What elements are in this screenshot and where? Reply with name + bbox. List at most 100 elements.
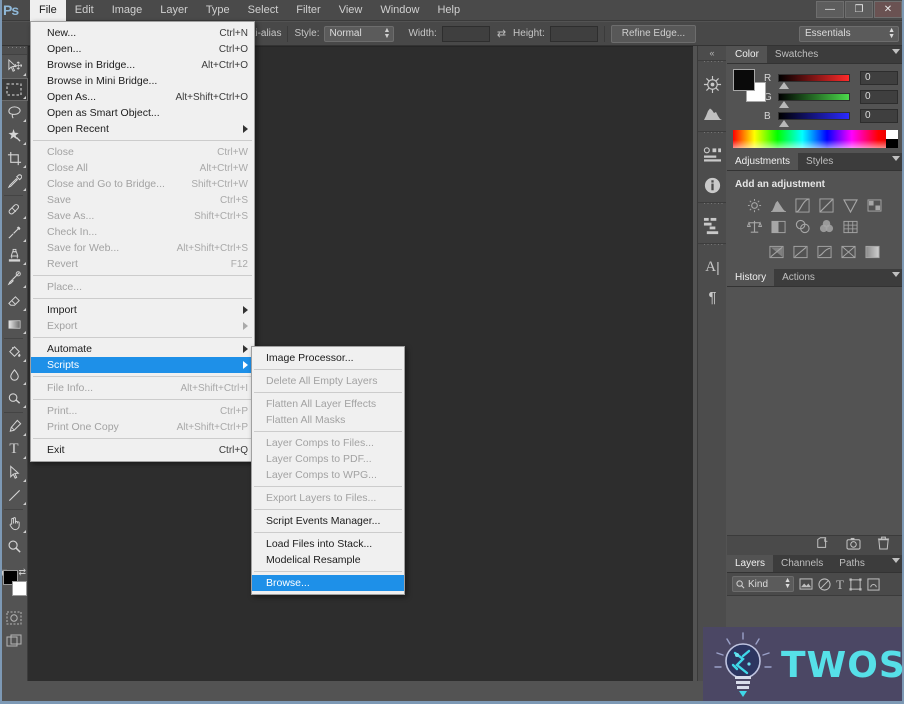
gradient-map-icon[interactable] [861, 242, 883, 261]
paragraph-icon[interactable]: ¶ [698, 282, 727, 312]
menu-item-open-recent[interactable]: Open Recent [31, 121, 254, 137]
histogram-icon[interactable] [698, 99, 727, 129]
menu-item-browse[interactable]: Browse... [252, 575, 404, 591]
path-selection-tool[interactable] [0, 461, 28, 484]
tab-history[interactable]: History [727, 269, 775, 286]
background-color-swatch[interactable] [12, 581, 27, 596]
tab-swatches[interactable]: Swatches [766, 46, 827, 63]
menu-item-modelical-resample[interactable]: Modelical Resample [252, 552, 404, 568]
measurement-log-icon[interactable] [698, 140, 727, 170]
paint-bucket-tool[interactable] [0, 341, 28, 364]
menu-item-browse-in-bridge[interactable]: Browse in Bridge... Alt+Ctrl+O [31, 57, 254, 73]
create-document-from-state-icon[interactable] [816, 536, 830, 555]
menu-item-load-files-into-stack[interactable]: Load Files into Stack... [252, 536, 404, 552]
lasso-tool[interactable] [0, 101, 28, 124]
refine-edge-button[interactable]: Refine Edge... [610, 24, 697, 43]
color-balance-icon[interactable] [743, 217, 765, 236]
filter-pixel-layers-icon[interactable] [799, 578, 813, 590]
tab-adjustments[interactable]: Adjustments [727, 153, 799, 170]
filter-adjustment-layers-icon[interactable] [818, 577, 831, 591]
rail-grip[interactable] [698, 198, 726, 211]
panel-menu-icon[interactable] [892, 558, 900, 563]
white-black-swatch[interactable] [886, 130, 898, 148]
style-select[interactable]: Normal ▲ ▼ [324, 25, 395, 42]
menu-item-exit[interactable]: Exit Ctrl+Q [31, 442, 254, 458]
blue-value[interactable]: 0 [860, 109, 898, 123]
height-input[interactable] [549, 25, 598, 42]
menu-window[interactable]: Window [371, 0, 428, 21]
mini-bridge-icon[interactable] [698, 69, 727, 99]
history-panel-body[interactable] [727, 287, 904, 555]
green-value[interactable]: 0 [860, 90, 898, 104]
quick-mask-icon[interactable] [0, 606, 28, 629]
info-icon[interactable] [698, 170, 727, 200]
panel-menu-icon[interactable] [892, 156, 900, 161]
exposure-icon[interactable] [815, 196, 837, 215]
curves-icon[interactable] [791, 196, 813, 215]
eraser-tool[interactable] [0, 290, 28, 313]
width-input[interactable] [441, 25, 490, 42]
color-foreground-swatch[interactable] [733, 69, 755, 91]
menu-select[interactable]: Select [239, 0, 288, 21]
line-shape-tool[interactable] [0, 484, 28, 507]
filter-smart-object-icon[interactable] [867, 577, 880, 591]
tool-presets-icon[interactable] [698, 211, 727, 241]
brightness-contrast-icon[interactable] [743, 196, 765, 215]
tab-color[interactable]: Color [727, 46, 767, 63]
hue-saturation-icon[interactable] [863, 196, 885, 215]
slider-thumb[interactable] [779, 101, 789, 108]
menu-filter[interactable]: Filter [287, 0, 329, 21]
menu-edit[interactable]: Edit [66, 0, 103, 21]
layer-filter-kind-select[interactable]: Kind ▲ ▼ [732, 576, 794, 592]
delete-state-icon[interactable] [877, 536, 890, 555]
red-value[interactable]: 0 [860, 71, 898, 85]
create-snapshot-icon[interactable] [846, 537, 861, 555]
hand-tool[interactable] [0, 512, 28, 535]
tab-paths[interactable]: Paths [831, 555, 873, 572]
invert-icon[interactable] [765, 242, 787, 261]
blue-slider[interactable] [778, 112, 850, 127]
vibrance-icon[interactable] [839, 196, 861, 215]
filter-shape-layers-icon[interactable] [849, 577, 862, 591]
blur-tool[interactable] [0, 364, 28, 387]
spot-healing-brush-tool[interactable] [0, 198, 28, 221]
tab-channels[interactable]: Channels [773, 555, 832, 572]
menu-item-scripts[interactable]: Scripts [31, 357, 254, 373]
color-lookup-icon[interactable] [839, 217, 861, 236]
menu-item-open-as-smart-object[interactable]: Open as Smart Object... [31, 105, 254, 121]
brush-tool[interactable] [0, 221, 28, 244]
crop-tool[interactable] [0, 147, 28, 170]
pen-tool[interactable] [0, 415, 28, 438]
history-brush-tool[interactable] [0, 267, 28, 290]
color-spectrum-ramp[interactable] [733, 130, 898, 148]
threshold-icon[interactable] [813, 242, 835, 261]
toolbar-drag-handle[interactable] [0, 42, 27, 55]
character-icon[interactable]: A | [698, 252, 727, 282]
black-and-white-icon[interactable] [767, 217, 789, 236]
photo-filter-icon[interactable] [791, 217, 813, 236]
menu-layer[interactable]: Layer [151, 0, 197, 21]
menu-item-browse-in-mini-bridge[interactable]: Browse in Mini Bridge... [31, 73, 254, 89]
close-button[interactable]: ✕ [874, 1, 902, 18]
tab-styles[interactable]: Styles [798, 153, 842, 170]
zoom-tool[interactable] [0, 535, 28, 558]
menu-type[interactable]: Type [197, 0, 239, 21]
selective-color-icon[interactable] [837, 242, 859, 261]
rail-grip[interactable] [698, 239, 726, 252]
tab-layers[interactable]: Layers [727, 555, 774, 572]
workspace-select[interactable]: Essentials ▲ ▼ [799, 26, 899, 42]
quick-selection-tool[interactable] [0, 124, 28, 147]
filter-type-layers-icon[interactable]: T [836, 578, 844, 591]
menu-view[interactable]: View [330, 0, 372, 21]
maximize-button[interactable]: ❐ [845, 1, 873, 18]
panel-menu-icon[interactable] [892, 272, 900, 277]
posterize-icon[interactable] [789, 242, 811, 261]
menu-file[interactable]: File [30, 0, 66, 21]
rail-grip[interactable] [698, 56, 726, 69]
menu-item-open-as[interactable]: Open As... Alt+Shift+Ctrl+O [31, 89, 254, 105]
dodge-tool[interactable] [0, 387, 28, 410]
gradient-tool[interactable] [0, 313, 28, 336]
slider-thumb[interactable] [779, 82, 789, 89]
menu-item-image-processor[interactable]: Image Processor... [252, 350, 404, 366]
move-tool[interactable] [0, 55, 28, 78]
